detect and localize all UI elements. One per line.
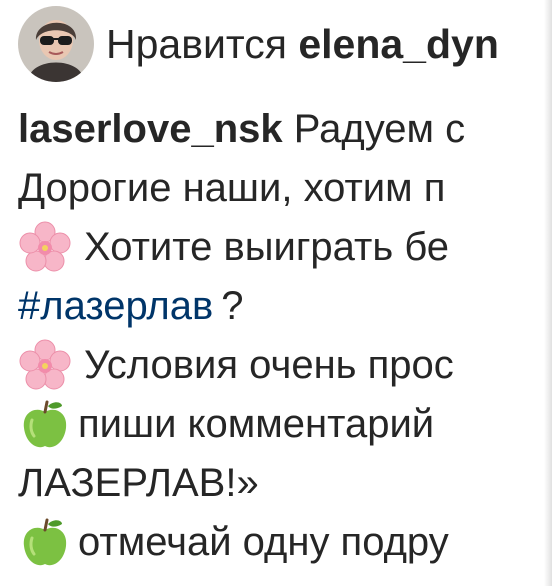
caption-line-8: отмечай одну подру [18,513,552,572]
liker-username-link[interactable]: elena_dyn [298,21,499,67]
caption-line-4: #лазерлав? [18,277,552,336]
caption-text-8: отмечай одну подру [78,520,449,564]
caption-text-2: Дорогие наши, хотим п [18,166,446,210]
caption-line-1: laserlove_nsk Радуем с [18,100,552,159]
caption-line-6: пиши комментарий [18,395,552,454]
likes-prefix: Нравится [106,20,287,67]
caption: laserlove_nsk Радуем с Дорогие наши, хот… [18,100,552,572]
caption-line-3: Хотите выиграть бе [18,218,552,277]
cherry-blossom-icon [19,221,71,271]
likes-row: Нравится elena_dyn [18,2,499,86]
hashtag-link[interactable]: #лазерлав [18,277,213,336]
caption-text-5: Условия очень прос [84,343,454,387]
user-avatar[interactable] [18,6,94,82]
green-apple-icon [23,400,67,447]
caption-text-4: ? [221,284,244,328]
green-apple-icon [23,518,67,565]
author-username-link[interactable]: laserlove_nsk [18,100,283,159]
caption-line-2: Дорогие наши, хотим п [18,159,552,218]
cherry-blossom-icon [19,339,71,389]
likes-text: Нравится elena_dyn [106,20,499,67]
caption-text-7: ЛАЗЕРЛАВ!» [18,461,259,505]
caption-text-1: Радуем с [293,107,466,151]
screen-edge [544,0,552,586]
caption-text-6: пиши комментарий [78,402,435,446]
post-content: Нравится elena_dyn laserlove_nsk Радуем … [0,0,552,586]
caption-text-3: Хотите выиграть бе [84,225,450,269]
caption-line-5: Условия очень прос [18,336,552,395]
caption-line-7: ЛАЗЕРЛАВ!» [18,454,552,513]
